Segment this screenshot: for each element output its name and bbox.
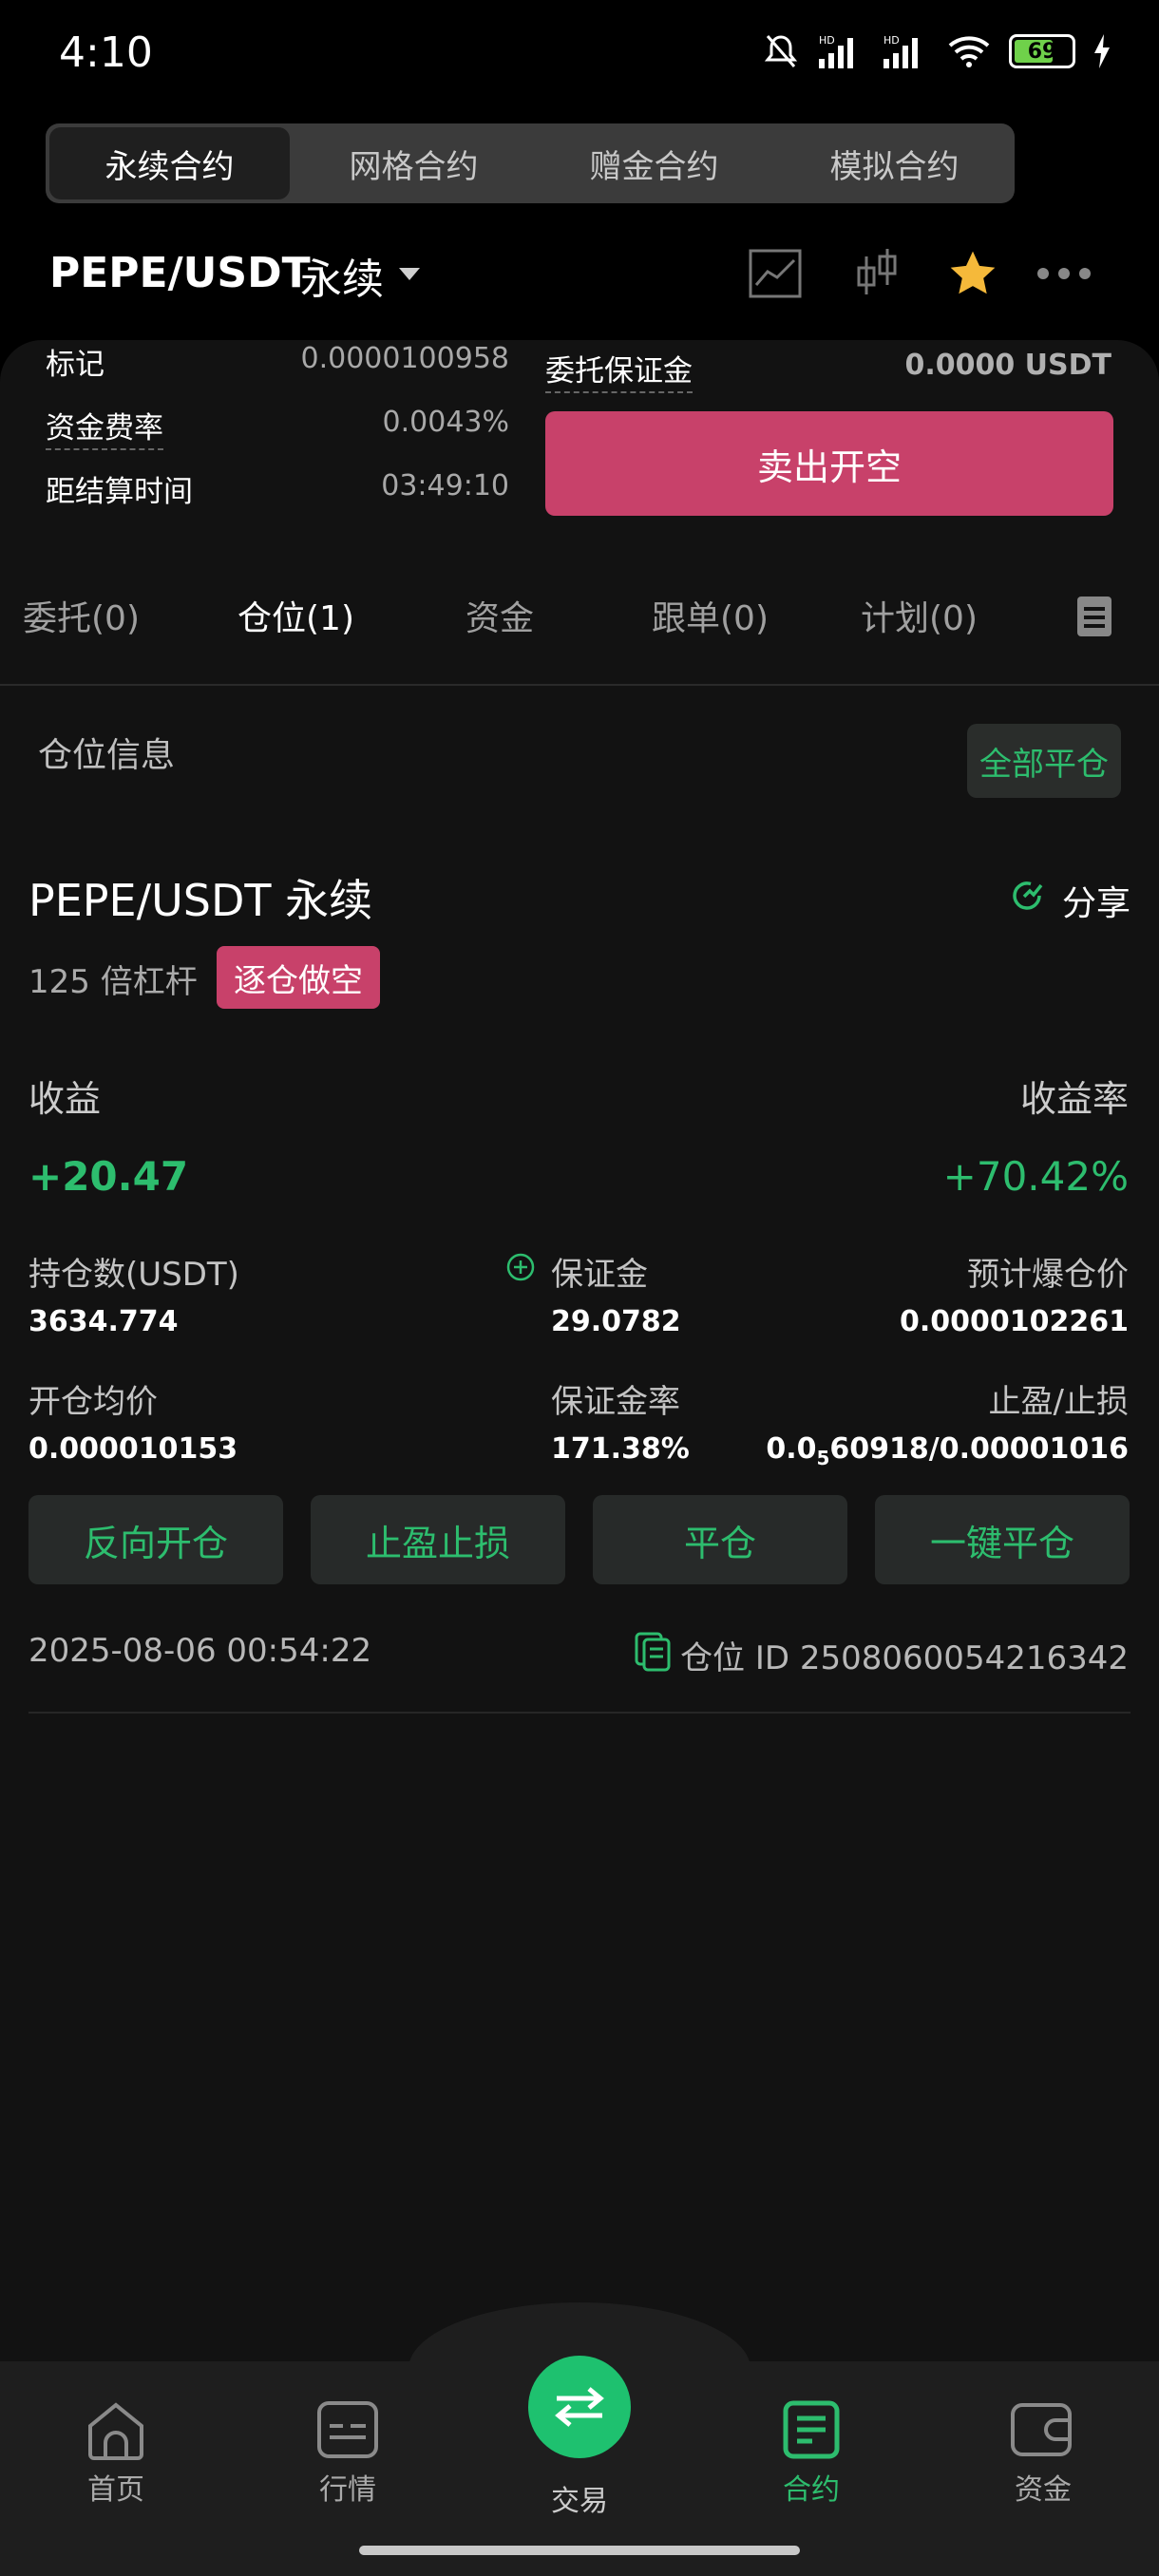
- segment-bonus[interactable]: 赠金合约: [534, 123, 774, 203]
- share-label[interactable]: 分享: [1062, 876, 1130, 925]
- funding-rate-label[interactable]: 资金费率: [46, 404, 163, 450]
- copy-id-icon[interactable]: [635, 1632, 671, 1676]
- position-title[interactable]: PEPE/USDT 永续: [28, 866, 372, 929]
- order-margin-label[interactable]: 委托保证金: [545, 347, 693, 393]
- margin-rate-label: 保证金率: [551, 1383, 680, 1421]
- position-size-label: 持仓数(USDT): [28, 1256, 239, 1294]
- settlement-time-value: 03:49:10: [381, 469, 509, 502]
- row-divider: [28, 1712, 1130, 1714]
- position-info-title: 仓位信息: [38, 736, 176, 775]
- wallet-icon: [1011, 2403, 1072, 2456]
- leverage-label: 125 倍杠杆: [28, 963, 198, 1001]
- close-all-button[interactable]: 全部平仓: [967, 724, 1121, 798]
- more-icon[interactable]: [1036, 245, 1092, 302]
- wifi-icon: [948, 36, 990, 67]
- entry-price-value: 0.000010153: [28, 1432, 238, 1466]
- tpsl-label: 止盈/止损: [988, 1383, 1129, 1421]
- home-indicator: [359, 2546, 800, 2555]
- position-timestamp: 2025-08-06 00:54:22: [28, 1632, 372, 1670]
- tp-sl-button[interactable]: 止盈止损: [311, 1495, 565, 1584]
- position-side-badge: 逐仓做空: [217, 946, 380, 1009]
- home-icon: [88, 2402, 143, 2460]
- settlement-time-label: 距结算时间: [46, 475, 193, 509]
- mark-value: 0.0000100958: [300, 342, 510, 375]
- margin-rate-value: 171.38%: [551, 1432, 690, 1466]
- status-time: 4:10: [59, 28, 153, 77]
- document-list-icon[interactable]: [1075, 595, 1113, 642]
- mark-label: 标记: [46, 348, 104, 382]
- tabs-divider: [0, 684, 1159, 686]
- tab-copy-trading[interactable]: 跟单(0): [652, 591, 769, 640]
- market-icon: [317, 2401, 378, 2458]
- add-margin-icon[interactable]: [505, 1252, 536, 1286]
- status-icons: HD HD 69: [762, 32, 1112, 70]
- reverse-position-button[interactable]: 反向开仓: [28, 1495, 283, 1584]
- charging-icon: [1094, 34, 1110, 68]
- segment-perpetual[interactable]: 永续合约: [49, 127, 290, 199]
- tab-plans[interactable]: 计划(0): [861, 591, 978, 640]
- sell-short-button[interactable]: 卖出开空: [545, 411, 1113, 516]
- contract-type-segment: 永续合约 网格合约 赠金合约 模拟合约: [46, 123, 1015, 203]
- nav-home[interactable]: 首页: [40, 2399, 192, 2508]
- favorite-star-icon[interactable]: [944, 245, 1001, 302]
- close-position-button[interactable]: 平仓: [593, 1495, 847, 1584]
- liquidation-price-label: 预计爆仓价: [967, 1256, 1129, 1294]
- svg-text:HD: HD: [819, 34, 835, 47]
- nav-assets[interactable]: 资金: [967, 2399, 1119, 2508]
- pair-title[interactable]: PEPE/USDT: [49, 249, 311, 297]
- pnl-rate-value: +70.42%: [942, 1153, 1129, 1200]
- nav-trade-label[interactable]: 交易: [551, 2477, 608, 2519]
- nav-home-label: 首页: [87, 2473, 144, 2507]
- mute-bell-icon: [764, 35, 798, 67]
- position-size-value: 3634.774: [28, 1305, 179, 1338]
- tpsl-value: 0.0560918/0.00001016: [766, 1432, 1129, 1469]
- nav-futures-label: 合约: [783, 2473, 840, 2507]
- margin-value: 29.0782: [551, 1305, 681, 1338]
- pnl-value: +20.47: [28, 1153, 189, 1200]
- tab-funds[interactable]: 资金: [466, 591, 534, 640]
- margin-label: 保证金: [551, 1256, 648, 1294]
- futures-doc-icon: [783, 2400, 840, 2459]
- share-icon[interactable]: [1007, 876, 1047, 919]
- trade-fab[interactable]: [528, 2356, 631, 2458]
- pnl-label: 收益: [28, 1078, 102, 1120]
- liquidation-price-value: 0.0000102261: [899, 1305, 1129, 1338]
- pnl-rate-label: 收益率: [1019, 1078, 1129, 1120]
- swap-icon: [555, 2387, 604, 2427]
- one-click-close-button[interactable]: 一键平仓: [875, 1495, 1130, 1584]
- order-margin-value: 0.0000 USDT: [904, 349, 1112, 382]
- tab-orders[interactable]: 委托(0): [23, 591, 140, 640]
- position-id: 仓位 ID 2508060054216342: [680, 1639, 1129, 1677]
- nav-assets-label: 资金: [1015, 2473, 1072, 2507]
- line-chart-icon[interactable]: [747, 245, 804, 302]
- nav-market[interactable]: 行情: [272, 2399, 424, 2508]
- nav-futures[interactable]: 合约: [735, 2399, 887, 2508]
- nav-market-label: 行情: [319, 2473, 376, 2507]
- funding-rate-value: 0.0043%: [382, 406, 509, 439]
- tab-positions[interactable]: 仓位(1): [238, 591, 354, 640]
- segment-demo[interactable]: 模拟合约: [774, 123, 1015, 203]
- chevron-down-icon[interactable]: [399, 268, 420, 280]
- signal-icon: HD: [819, 34, 853, 68]
- svg-text:HD: HD: [884, 34, 900, 47]
- entry-price-label: 开仓均价: [28, 1383, 158, 1421]
- pair-type[interactable]: 永续: [300, 245, 384, 306]
- battery-icon: 69: [1009, 34, 1075, 68]
- candlestick-icon[interactable]: [847, 245, 904, 302]
- signal-icon-2: HD: [884, 34, 918, 68]
- segment-grid[interactable]: 网格合约: [294, 123, 534, 203]
